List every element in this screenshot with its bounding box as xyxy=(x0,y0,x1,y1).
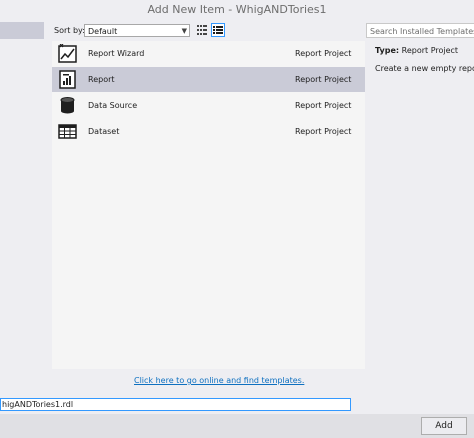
report-icon xyxy=(58,70,77,89)
template-item-data-source[interactable]: Data Source Report Project xyxy=(52,93,365,118)
details-description: Create a new empty report. xyxy=(375,64,474,73)
sort-by-label: Sort by: xyxy=(54,26,85,35)
dialog-footer xyxy=(0,414,474,438)
details-type-label: Type: xyxy=(375,46,400,55)
template-type: Report Project xyxy=(295,127,352,136)
small-icons-view-button[interactable] xyxy=(195,23,209,37)
online-templates-link[interactable]: Click here to go online and find templat… xyxy=(134,376,304,385)
template-type: Report Project xyxy=(295,49,352,58)
window-title: Add New Item - WhigANDTories1 xyxy=(0,0,474,20)
list-view-button[interactable] xyxy=(211,23,225,37)
sort-by-select[interactable]: Default ▼ xyxy=(84,24,190,37)
add-button[interactable]: Add xyxy=(421,417,467,435)
template-list: Report Wizard Report Project Report Repo… xyxy=(52,41,365,369)
category-pane xyxy=(0,22,49,396)
data-source-icon xyxy=(58,96,77,115)
sort-by-value: Default xyxy=(88,27,118,36)
template-details: Type: Report Project Create a new empty … xyxy=(370,41,474,121)
chevron-down-icon: ▼ xyxy=(181,27,187,35)
template-item-report-wizard[interactable]: Report Wizard Report Project xyxy=(52,41,365,66)
template-name: Data Source xyxy=(88,101,138,110)
details-type-row: Type: Report Project xyxy=(375,46,458,55)
dataset-icon xyxy=(58,122,77,141)
template-name: Dataset xyxy=(88,127,120,136)
name-field[interactable]: higANDTories1.rdl xyxy=(0,398,351,411)
template-name: Report xyxy=(88,75,115,84)
category-item-selected[interactable] xyxy=(0,22,44,39)
template-item-report[interactable]: Report Report Project xyxy=(52,67,365,92)
search-templates-input[interactable]: Search Installed Templates (C xyxy=(366,23,474,38)
template-type: Report Project xyxy=(295,75,352,84)
template-name: Report Wizard xyxy=(88,49,145,58)
details-type-value: Report Project xyxy=(401,46,459,55)
list-view-icon xyxy=(213,26,223,34)
report-wizard-icon xyxy=(58,43,77,63)
template-type: Report Project xyxy=(295,101,352,110)
small-icons-view-icon xyxy=(197,25,207,35)
template-item-dataset[interactable]: Dataset Report Project xyxy=(52,119,365,144)
